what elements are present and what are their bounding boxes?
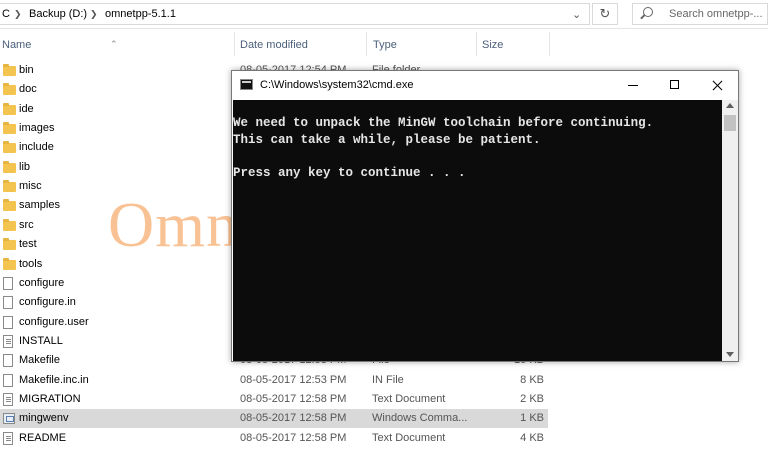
breadcrumb-omnetpp[interactable]: omnetpp-5.1.1 xyxy=(105,8,176,20)
file-name: mingwenv xyxy=(19,412,69,425)
chevron-right-icon: ❯ xyxy=(14,9,22,19)
file-name: ide xyxy=(19,102,34,115)
column-header-type[interactable]: Type xyxy=(373,39,397,51)
folder-icon xyxy=(3,122,16,135)
file-name: samples xyxy=(19,199,60,212)
file-date: 08-05-2017 12:53 PM xyxy=(240,373,347,386)
breadcrumb-drive-c[interactable]: C xyxy=(2,8,10,20)
file-row[interactable]: README 08-05-2017 12:58 PM Text Document 4 … xyxy=(0,429,548,448)
column-divider[interactable] xyxy=(366,32,367,56)
file-name: images xyxy=(19,122,55,135)
search-icon xyxy=(643,7,653,17)
cmd-title: C:\Windows\system32\cmd.exe xyxy=(260,79,414,91)
file-date: 08-05-2017 12:58 PM xyxy=(240,412,347,425)
column-header-date[interactable]: Date modified xyxy=(240,39,308,51)
file-type: Windows Comma... xyxy=(372,412,468,425)
folder-icon xyxy=(3,238,16,251)
folder-icon xyxy=(3,257,16,270)
column-divider[interactable] xyxy=(476,32,477,56)
file-type: Text Document xyxy=(372,431,446,444)
folder-icon xyxy=(3,160,16,173)
column-header-size[interactable]: Size xyxy=(482,39,503,51)
file-type: IN File xyxy=(372,373,404,386)
file-date: 08-05-2017 12:58 PM xyxy=(240,431,347,444)
file-name: configure.user xyxy=(19,315,89,328)
terminal-line: We need to unpack the MinGW toolchain be… xyxy=(233,116,654,130)
file-icon xyxy=(3,276,13,290)
text-file-icon xyxy=(3,431,13,445)
column-header-row: Name ⌃ Date modified Type Size xyxy=(0,32,552,56)
file-name: configure xyxy=(19,276,65,289)
file-name: misc xyxy=(19,180,42,193)
file-type: Text Document xyxy=(372,392,446,405)
text-file-icon xyxy=(3,334,13,348)
file-icon xyxy=(3,373,13,387)
search-box[interactable]: Search omnetpp-... xyxy=(632,3,768,25)
cmd-title-bar[interactable]: C:\Windows\system32\cmd.exe xyxy=(232,71,738,100)
folder-icon xyxy=(3,218,16,231)
folder-icon xyxy=(3,83,16,96)
search-placeholder: Search omnetpp-... xyxy=(669,8,763,20)
chevron-down-icon[interactable]: ⌄ xyxy=(572,8,581,21)
maximize-button[interactable] xyxy=(654,71,696,100)
file-size: 8 KB xyxy=(520,373,544,386)
minimize-button[interactable] xyxy=(612,71,654,100)
file-date: 08-05-2017 12:58 PM xyxy=(240,392,347,405)
file-row[interactable]: MIGRATION 08-05-2017 12:58 PM Text Documen… xyxy=(0,390,548,409)
file-row[interactable]: Makefile.inc.in 08-05-2017 12:53 PM IN Fil… xyxy=(0,371,548,390)
file-name: Makefile xyxy=(19,354,60,367)
file-size: 2 KB xyxy=(520,392,544,405)
folder-icon xyxy=(3,64,16,76)
column-divider[interactable] xyxy=(549,32,550,56)
batch-file-icon xyxy=(3,413,15,425)
file-name: include xyxy=(19,141,54,154)
file-row[interactable]: mingwenv 08-05-2017 12:58 PM Windows Comma… xyxy=(0,409,548,429)
folder-icon xyxy=(3,199,16,212)
file-name: README xyxy=(19,431,67,444)
file-name: configure.in xyxy=(19,296,76,309)
terminal-line: Press any key to continue . . . xyxy=(233,166,466,180)
cmd-icon xyxy=(240,79,253,90)
column-header-name[interactable]: Name xyxy=(2,39,31,51)
file-icon xyxy=(3,296,13,310)
file-name: bin xyxy=(19,64,34,76)
refresh-icon: ↻ xyxy=(599,6,611,21)
file-size: 4 KB xyxy=(520,431,544,444)
refresh-button[interactable]: ↻ xyxy=(592,3,618,25)
file-name: src xyxy=(19,218,34,231)
scroll-thumb[interactable] xyxy=(724,115,736,131)
scroll-down-icon[interactable] xyxy=(726,352,734,357)
scroll-up-icon[interactable] xyxy=(726,103,734,108)
breadcrumb-backup[interactable]: Backup (D:) xyxy=(29,8,87,20)
folder-icon xyxy=(3,141,16,154)
address-bar[interactable]: C ❯ Backup (D:) ❯ omnetpp-5.1.1 ⌄ xyxy=(0,3,590,25)
file-icon xyxy=(3,315,13,329)
address-toolbar: C ❯ Backup (D:) ❯ omnetpp-5.1.1 ⌄ ↻ Sear… xyxy=(0,0,768,29)
cmd-window[interactable]: C:\Windows\system32\cmd.exe We need to u… xyxy=(231,70,739,362)
folder-icon xyxy=(3,102,16,115)
close-button[interactable] xyxy=(696,71,738,100)
file-name: test xyxy=(19,238,37,251)
terminal-output[interactable]: We need to unpack the MinGW toolchain be… xyxy=(233,100,722,361)
cmd-scrollbar[interactable] xyxy=(722,100,738,361)
file-name: Makefile.inc.in xyxy=(19,373,89,386)
file-name: INSTALL xyxy=(19,334,63,347)
terminal-line: This can take a while, please be patient… xyxy=(233,133,541,147)
folder-icon xyxy=(3,180,16,193)
file-size: 1 KB xyxy=(520,412,544,425)
sort-up-icon: ⌃ xyxy=(110,39,118,49)
file-icon xyxy=(3,354,13,368)
file-name: lib xyxy=(19,160,31,173)
text-file-icon xyxy=(3,392,13,406)
chevron-right-icon: ❯ xyxy=(90,9,98,19)
file-name: doc xyxy=(19,83,37,96)
column-divider[interactable] xyxy=(234,32,235,56)
file-name: tools xyxy=(19,257,43,270)
file-name: MIGRATION xyxy=(19,392,81,405)
